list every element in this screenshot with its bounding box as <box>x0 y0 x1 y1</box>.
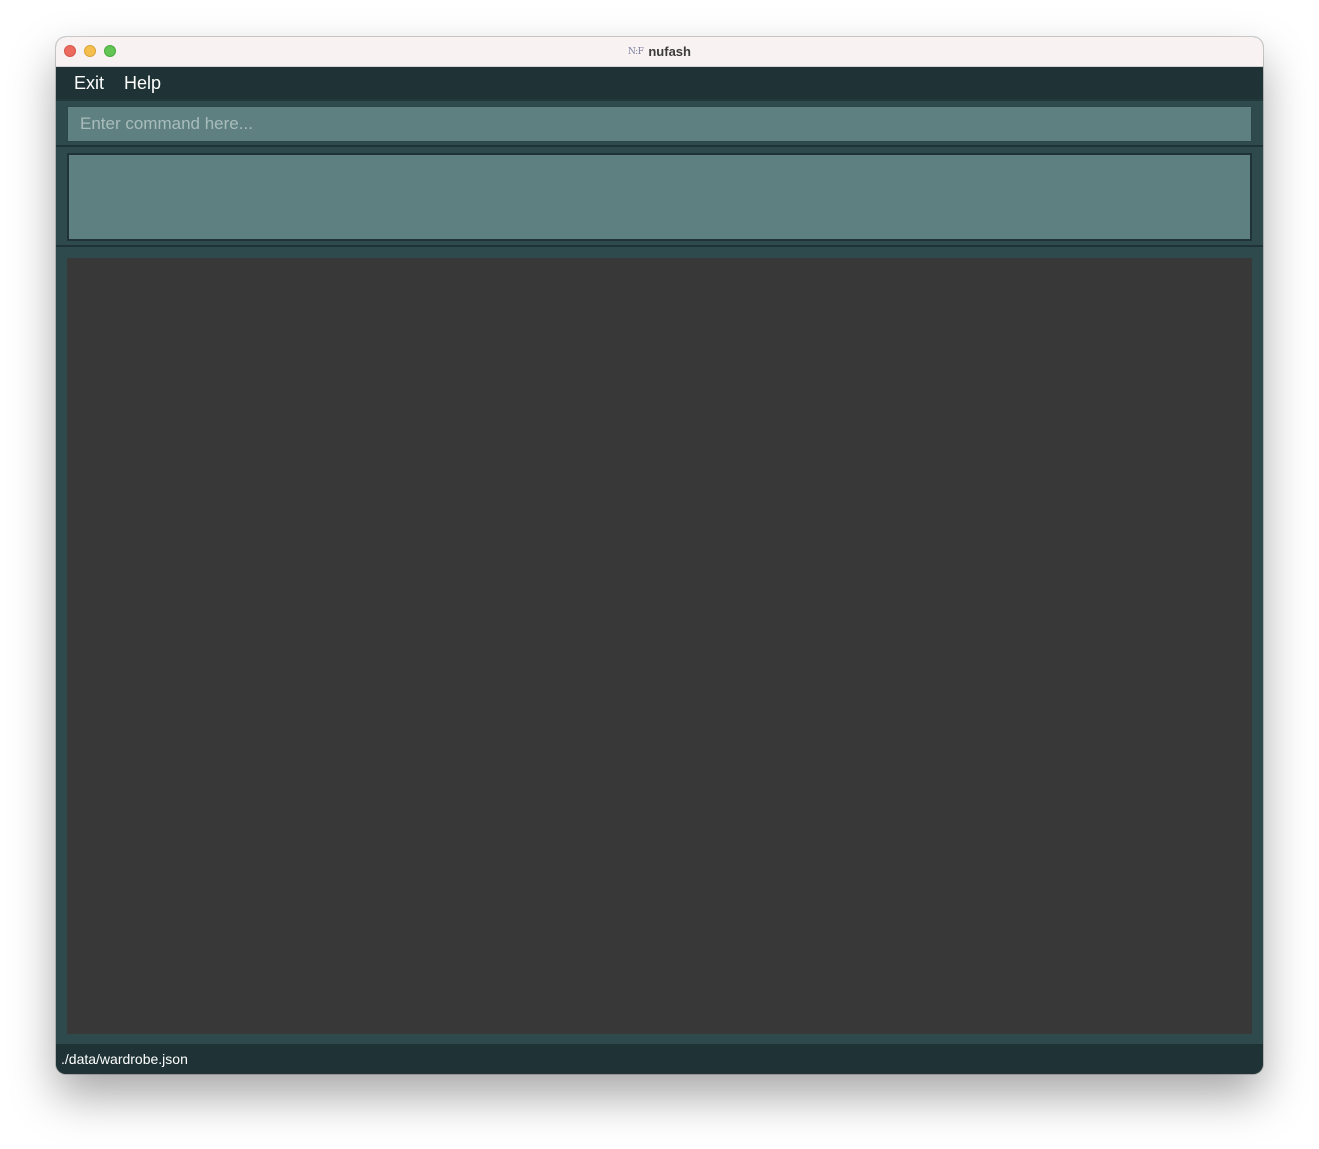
app-logo-icon: N:F <box>628 46 644 57</box>
save-location-path: ./data/wardrobe.json <box>61 1051 188 1067</box>
app-window: N:F nufash Exit Help ./data/wardrobe.jso… <box>56 37 1263 1074</box>
command-input[interactable] <box>67 106 1252 142</box>
divider <box>56 145 1263 147</box>
title-bar[interactable]: N:F nufash <box>56 37 1263 67</box>
menu-exit[interactable]: Exit <box>74 73 104 94</box>
command-box-placeholder <box>56 99 1263 147</box>
status-bar: ./data/wardrobe.json <box>56 1044 1263 1074</box>
menu-bar: Exit Help <box>56 67 1263 99</box>
divider <box>56 245 1263 247</box>
clothing-list-panel[interactable] <box>67 258 1252 1034</box>
window-title-group: N:F nufash <box>56 37 1263 66</box>
result-display[interactable] <box>67 153 1252 241</box>
menu-help[interactable]: Help <box>124 73 161 94</box>
window-title: nufash <box>648 44 691 59</box>
